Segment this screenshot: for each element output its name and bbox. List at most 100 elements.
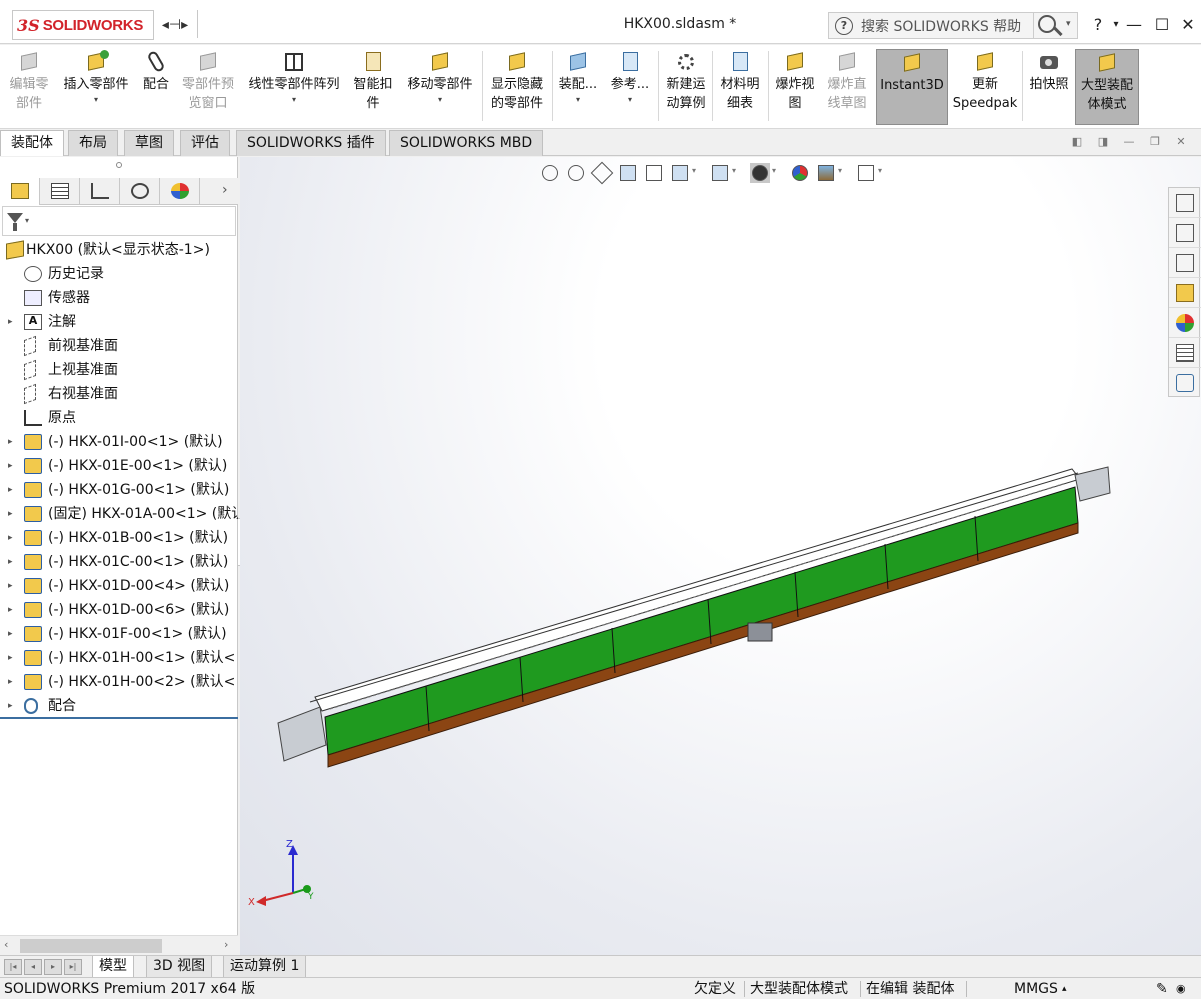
maximize-button[interactable]: ☐	[1150, 12, 1174, 38]
expand-arrow-icon[interactable]: ▸	[8, 526, 18, 550]
horizontal-scrollbar[interactable]: ‹ ›	[0, 935, 238, 955]
tab-sketch[interactable]: 草图	[124, 130, 174, 156]
expand-arrow-icon[interactable]: ▸	[8, 598, 18, 622]
help-search-field[interactable]: ? 搜索 SOLIDWORKS 帮助	[828, 12, 1034, 39]
chevron-up-icon[interactable]: ▴	[1062, 978, 1067, 999]
unit-system-selector[interactable]: MMGS	[1014, 978, 1058, 999]
tab-feature-manager[interactable]	[0, 178, 40, 205]
assembly-features-button[interactable]: 装配... ▾	[556, 49, 600, 125]
tree-item[interactable]: ▸ 配合	[0, 694, 238, 718]
tab-3d-views[interactable]: 3D 视图	[146, 956, 213, 978]
chevron-down-icon[interactable]: ▾	[606, 94, 654, 106]
show-hidden-components-button[interactable]: 显示隐藏 的零部件	[486, 49, 548, 125]
exploded-view-button[interactable]: 爆炸视 图	[772, 49, 818, 125]
doc-close-button[interactable]: ✕	[1174, 135, 1188, 149]
component-preview-button[interactable]: 零部件预 览窗口	[178, 49, 238, 125]
next-tab-icon[interactable]: ▸	[44, 959, 62, 975]
tag-icon[interactable]: ✎	[1156, 978, 1168, 999]
tree-item[interactable]: ▸ (-) HKX-01I-00<1> (默认)	[0, 430, 238, 454]
tree-item[interactable]: ▸ (-) HKX-01D-00<4> (默认)	[0, 574, 238, 598]
expand-arrow-icon[interactable]: ▸	[8, 454, 18, 478]
expand-arrow-icon[interactable]: ▸	[8, 622, 18, 646]
move-component-button[interactable]: 移动零部件 ▾	[402, 49, 478, 125]
panel-grip-handle[interactable]	[116, 162, 122, 168]
tab-configuration-manager[interactable]	[80, 178, 120, 205]
tab-solidworks-addins[interactable]: SOLIDWORKS 插件	[236, 130, 386, 156]
graphics-area[interactable]: ▾ ▾ ▾ ▾ ▾ Z X Y	[240, 157, 1201, 955]
tree-item[interactable]: 上视基准面	[0, 358, 238, 382]
search-button[interactable]: ▾	[1034, 12, 1078, 39]
pin-menu-button[interactable]: ◂⊣▸	[158, 14, 192, 36]
minimize-button[interactable]: —	[1122, 12, 1146, 38]
tree-item[interactable]: 历史记录	[0, 262, 238, 286]
mate-button[interactable]: 配合	[138, 49, 174, 125]
expand-arrow-icon[interactable]: ▸	[8, 694, 18, 718]
new-motion-study-button[interactable]: 新建运 动算例	[662, 49, 710, 125]
expand-arrow-icon[interactable]: ▸	[8, 478, 18, 502]
expand-arrow-icon[interactable]: ▸	[8, 502, 18, 526]
tree-item[interactable]: ▸ A 注解	[0, 310, 238, 334]
tree-item[interactable]: 传感器	[0, 286, 238, 310]
linear-pattern-button[interactable]: 线性零部件阵列 ▾	[244, 49, 344, 125]
tree-item[interactable]: ▸ (-) HKX-01H-00<2> (默认<	[0, 670, 238, 694]
tree-item[interactable]: ▸ (-) HKX-01B-00<1> (默认)	[0, 526, 238, 550]
tree-item[interactable]: ▸ (-) HKX-01C-00<1> (默认)	[0, 550, 238, 574]
tree-item[interactable]: 原点	[0, 406, 238, 430]
tree-item[interactable]: 前视基准面	[0, 334, 238, 358]
assembly-model-render[interactable]	[240, 157, 1201, 955]
doc-minimize-button[interactable]: —	[1122, 135, 1136, 149]
tree-item[interactable]: ▸ (-) HKX-01E-00<1> (默认)	[0, 454, 238, 478]
chevron-down-icon[interactable]: ▾	[58, 94, 134, 106]
tree-item[interactable]: ▸ (-) HKX-01F-00<1> (默认)	[0, 622, 238, 646]
panel-restore-icon[interactable]: ◧	[1070, 135, 1084, 149]
close-button[interactable]: ✕	[1176, 12, 1200, 38]
scroll-thumb[interactable]	[20, 939, 162, 953]
chevron-right-icon[interactable]: ›	[222, 182, 228, 198]
expand-arrow-icon[interactable]: ▸	[8, 550, 18, 574]
first-tab-icon[interactable]: |◂	[4, 959, 22, 975]
tree-item[interactable]: ▸ (-) HKX-01D-00<6> (默认)	[0, 598, 238, 622]
tab-model[interactable]: 模型	[92, 956, 134, 978]
tab-dimxpert-manager[interactable]	[120, 178, 160, 205]
reference-geometry-button[interactable]: 参考... ▾	[606, 49, 654, 125]
explode-line-sketch-button[interactable]: 爆炸直 线草图	[822, 49, 872, 125]
expand-arrow-icon[interactable]: ▸	[8, 670, 18, 694]
scroll-right-icon[interactable]: ›	[224, 938, 228, 951]
edit-part-button[interactable]: 编辑零 部件	[4, 49, 54, 125]
tree-root-assembly[interactable]: HKX00 (默认<显示状态-1>)	[0, 238, 238, 262]
take-snapshot-button[interactable]: 拍快照	[1026, 49, 1072, 125]
mate-label: 配合	[142, 77, 169, 92]
expand-arrow-icon[interactable]: ▸	[8, 646, 18, 670]
tree-filter[interactable]: ▾	[2, 206, 236, 236]
last-tab-icon[interactable]: ▸|	[64, 959, 82, 975]
tab-display-manager[interactable]	[160, 178, 200, 205]
chevron-down-icon[interactable]: ▾	[556, 94, 600, 106]
tab-property-manager[interactable]	[40, 178, 80, 205]
instant3d-button[interactable]: Instant3D	[876, 49, 948, 125]
prev-tab-icon[interactable]: ◂	[24, 959, 42, 975]
expand-arrow-icon[interactable]: ▸	[8, 574, 18, 598]
tab-layout[interactable]: 布局	[68, 130, 118, 156]
expand-arrow-icon[interactable]: ▸	[8, 310, 18, 334]
chevron-down-icon[interactable]: ▾	[244, 94, 344, 106]
solidworks-logo[interactable]: 3S SOLIDWORKS	[12, 10, 154, 40]
update-speedpak-button[interactable]: 更新 Speedpak	[952, 49, 1018, 125]
tab-evaluate[interactable]: 评估	[180, 130, 230, 156]
scroll-left-icon[interactable]: ‹	[4, 938, 8, 951]
chevron-down-icon[interactable]: ▾	[402, 94, 478, 106]
tree-item[interactable]: ▸ (-) HKX-01G-00<1> (默认)	[0, 478, 238, 502]
tab-motion-study[interactable]: 运动算例 1	[223, 956, 307, 978]
tree-item[interactable]: 右视基准面	[0, 382, 238, 406]
large-assembly-mode-button[interactable]: 大型装配 体模式	[1075, 49, 1139, 125]
bill-of-materials-button[interactable]: 材料明 细表	[716, 49, 764, 125]
tab-assembly[interactable]: 装配体	[0, 130, 64, 156]
insert-parts-button[interactable]: 插入零部件 ▾	[58, 49, 134, 125]
tree-item[interactable]: ▸ (-) HKX-01H-00<1> (默认<	[0, 646, 238, 670]
panel-toggle-icon[interactable]: ◨	[1096, 135, 1110, 149]
doc-restore-button[interactable]: ❐	[1148, 135, 1162, 149]
smart-fasteners-button[interactable]: 智能扣 件	[350, 49, 396, 125]
tab-solidworks-mbd[interactable]: SOLIDWORKS MBD	[389, 130, 544, 156]
statusbar-info-icon[interactable]: ◉	[1176, 978, 1186, 999]
expand-arrow-icon[interactable]: ▸	[8, 430, 18, 454]
tree-item[interactable]: ▸ (固定) HKX-01A-00<1> (默认	[0, 502, 238, 526]
